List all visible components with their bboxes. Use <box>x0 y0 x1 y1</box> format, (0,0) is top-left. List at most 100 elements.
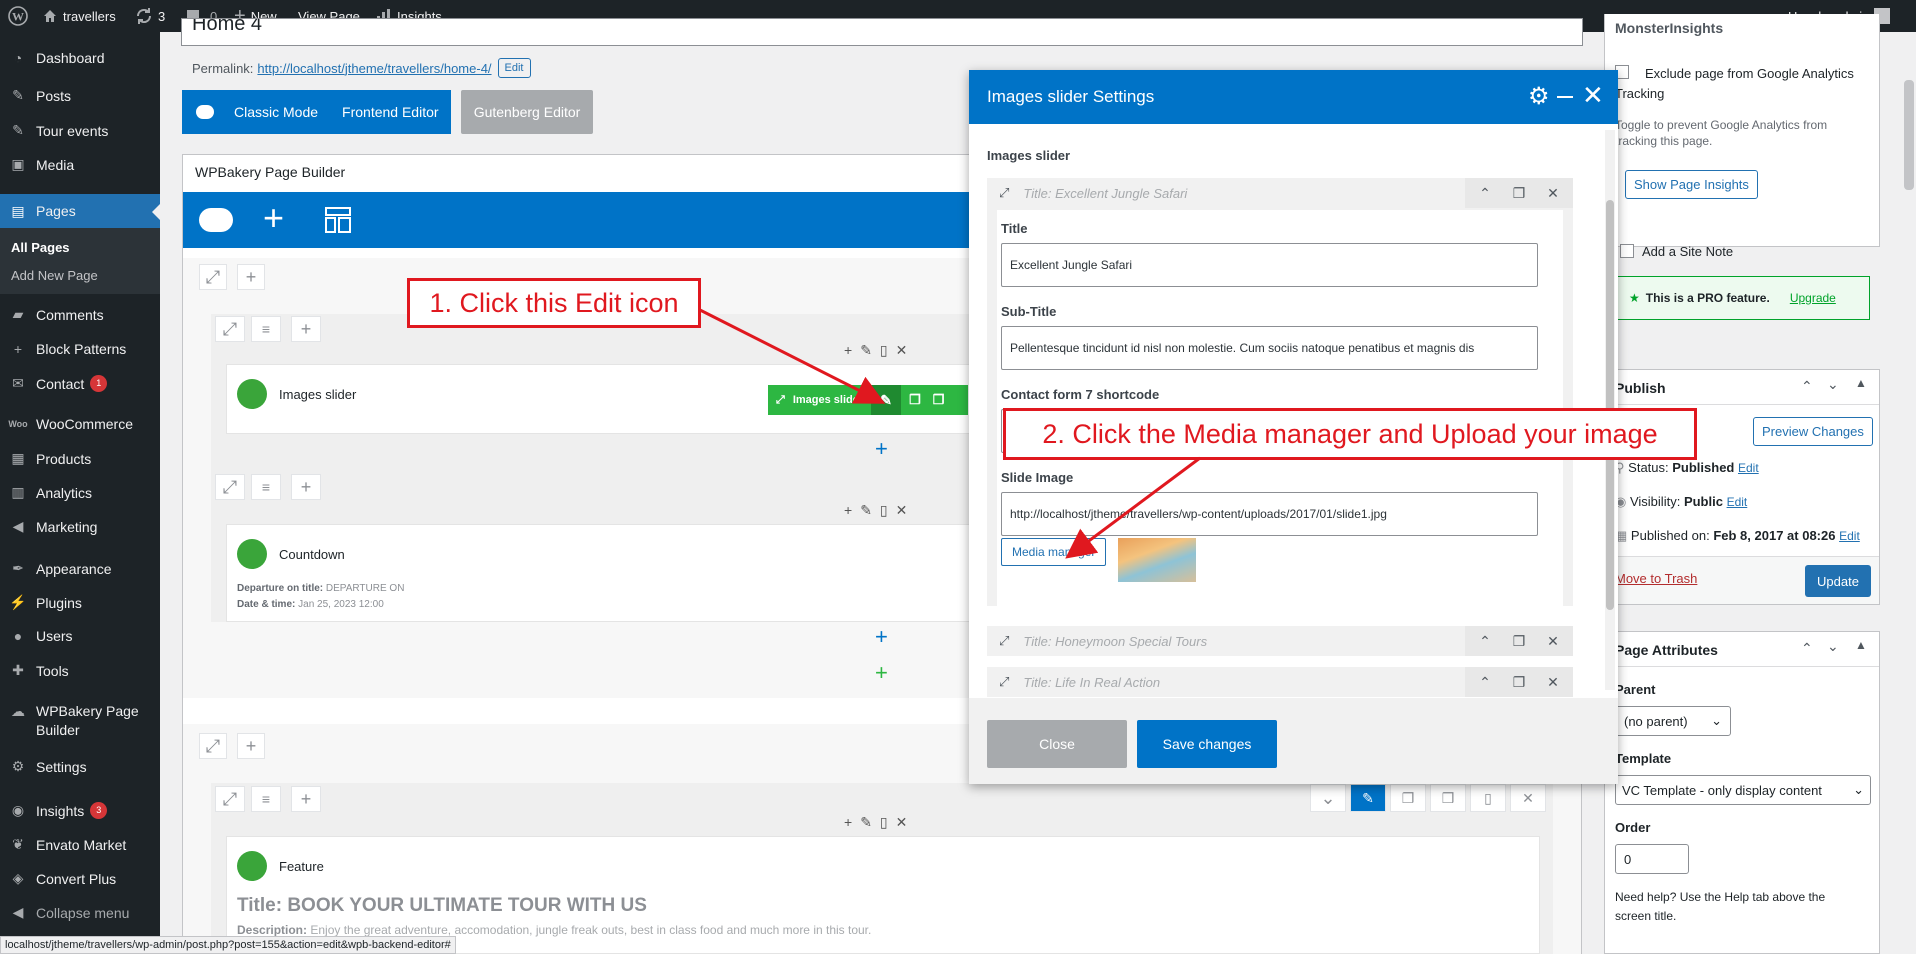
upgrade-link[interactable]: Upgrade <box>1790 291 1836 305</box>
add-element-icon[interactable]: + <box>263 198 284 238</box>
sidebar-item-wpbakery[interactable]: ☁ WPBakery Page Builder <box>0 702 160 740</box>
close-icon[interactable]: ✕ <box>1533 178 1573 208</box>
panel-2-header[interactable]: ⤢ Title: Honeymoon Special Tours ⌃ ❐ ✕ <box>987 626 1573 656</box>
add-icon[interactable]: + <box>844 814 852 831</box>
sidebar-item-tour-events[interactable]: ✎ Tour events <box>0 122 160 139</box>
toggle-panel-icon[interactable]: ▲ <box>1855 638 1867 652</box>
section-add-icon[interactable]: + <box>237 264 265 290</box>
row-add-icon[interactable]: + <box>291 474 321 500</box>
drag-icon[interactable]: ⤢ <box>999 674 1009 690</box>
trash-icon[interactable]: ▯ <box>880 502 888 519</box>
sidebar-item-convert-plus[interactable]: ◈ Convert Plus <box>0 870 160 887</box>
trash-icon[interactable]: ▯ <box>1470 784 1506 812</box>
row-drag-icon[interactable]: ≡ <box>251 316 281 342</box>
sidebar-item-users[interactable]: ● Users <box>0 628 160 644</box>
pencil-icon[interactable]: ✎ <box>860 814 872 831</box>
sidebar-item-settings[interactable]: ⚙ Settings <box>0 758 160 775</box>
sidebar-item-products[interactable]: ▦ Products <box>0 450 160 467</box>
row-add-icon[interactable]: + <box>291 316 321 342</box>
drag-icon[interactable]: ⤢ <box>999 633 1009 649</box>
sidebar-item-comments[interactable]: ▰ Comments <box>0 306 160 323</box>
parent-select[interactable]: (no parent) ⌄ <box>1615 706 1731 736</box>
row-add-icon[interactable]: + <box>291 786 321 812</box>
gear-icon[interactable]: ⚙ <box>1528 82 1550 111</box>
add-below-icon[interactable]: + <box>875 436 888 462</box>
sidebar-item-insights[interactable]: ◉ Insights 3 <box>0 802 160 819</box>
sidebar-item-dashboard[interactable]: ◔ Dashboard <box>0 50 160 66</box>
minimize-icon[interactable] <box>1557 96 1573 98</box>
collapse-menu-button[interactable]: ◀ Collapse menu <box>0 904 160 921</box>
panel-1-header[interactable]: ⤢ Title: Excellent Jungle Safari ⌃ ❐ ✕ <box>987 178 1573 208</box>
permalink-link[interactable]: http://localhost/jtheme/travellers/home-… <box>257 61 491 76</box>
sidebar-item-envato-market[interactable]: ❦ Envato Market <box>0 836 160 853</box>
clone-icon[interactable]: ❐ <box>1390 784 1426 812</box>
frontend-editor-button[interactable]: Frontend Editor <box>342 104 439 120</box>
close-button[interactable]: Close <box>987 720 1127 768</box>
post-title-input[interactable]: Home 4 <box>181 18 1583 46</box>
close-icon[interactable]: ✕ <box>1582 80 1604 111</box>
sidebar-item-woocommerce[interactable]: Woo WooCommerce <box>0 416 160 432</box>
template-select[interactable]: VC Template - only display content ⌄ <box>1615 775 1871 805</box>
add-icon[interactable]: + <box>844 502 852 519</box>
close-icon[interactable]: ✕ <box>896 814 908 831</box>
row-expand-icon[interactable]: ⤢ <box>215 786 245 812</box>
classic-mode-button[interactable]: Classic Mode <box>234 104 318 120</box>
add-below-icon[interactable]: + <box>875 624 888 650</box>
move-up-icon[interactable]: ⌃ <box>1801 640 1813 657</box>
published-edit-link[interactable]: Edit <box>1839 529 1860 543</box>
drag-icon[interactable]: ⤢ <box>999 185 1009 201</box>
permalink-edit-button[interactable]: Edit <box>497 58 531 78</box>
close-icon[interactable]: ✕ <box>1533 626 1573 656</box>
move-down-icon[interactable]: ⌄ <box>1827 638 1839 655</box>
chevron-down-icon[interactable]: ⌄ <box>1310 784 1346 812</box>
templates-icon[interactable] <box>325 207 351 233</box>
sidebar-item-posts[interactable]: ✎ Posts <box>0 87 160 104</box>
pencil-icon[interactable]: ✎ <box>860 342 872 359</box>
title-field[interactable]: Excellent Jungle Safari <box>1001 243 1538 287</box>
sidebar-item-pages[interactable]: ▤ Pages <box>0 194 160 228</box>
add-icon[interactable]: + <box>844 342 852 359</box>
panel-3-header[interactable]: ⤢ Title: Life In Real Action ⌃ ❐ ✕ <box>987 667 1573 697</box>
row-expand-icon[interactable]: ⤢ <box>215 474 245 500</box>
page-scrollbar[interactable] <box>1904 80 1914 190</box>
close-icon[interactable]: ✕ <box>1510 784 1546 812</box>
copy-icon[interactable]: ❒ <box>1430 784 1466 812</box>
save-changes-button[interactable]: Save changes <box>1137 720 1277 768</box>
section-expand-icon[interactable]: ⤢ <box>199 264 227 290</box>
sidebar-item-plugins[interactable]: ⚡ Plugins <box>0 594 160 611</box>
row-edit-icon[interactable]: ✎ <box>1350 784 1386 812</box>
site-note-checkbox[interactable] <box>1620 244 1634 258</box>
sidebar-item-block-patterns[interactable]: + Block Patterns <box>0 341 160 357</box>
media-manager-button[interactable]: Media manager <box>1001 538 1107 566</box>
wordpress-logo-icon[interactable]: W <box>8 0 28 32</box>
updates-link[interactable]: 3 <box>135 0 165 32</box>
pencil-icon[interactable]: ✎ <box>860 502 872 519</box>
clone-icon[interactable]: ❐ <box>909 392 921 408</box>
show-page-insights-button[interactable]: Show Page Insights <box>1625 170 1758 199</box>
sidebar-item-analytics[interactable]: ▥ Analytics <box>0 484 160 501</box>
status-edit-link[interactable]: Edit <box>1738 461 1759 475</box>
close-icon[interactable]: ✕ <box>1533 667 1573 697</box>
sidebar-item-media[interactable]: ▣ Media <box>0 156 160 173</box>
sidebar-item-all-pages[interactable]: All Pages <box>0 240 160 255</box>
row-drag-icon[interactable]: ≡ <box>251 474 281 500</box>
trash-icon[interactable]: ▯ <box>880 342 888 359</box>
copy-icon[interactable]: ❒ <box>933 392 945 408</box>
preview-changes-button[interactable]: Preview Changes <box>1753 417 1873 446</box>
trash-icon[interactable]: ▯ <box>880 814 888 831</box>
section-expand-icon[interactable]: ⤢ <box>199 733 227 759</box>
move-to-trash-link[interactable]: Move to Trash <box>1615 571 1697 586</box>
images-slider-element[interactable]: Images slider ⤢ Images slider ✎ ❐ ❒ <box>226 364 986 434</box>
sidebar-item-marketing[interactable]: ◀ Marketing <box>0 518 160 535</box>
move-down-icon[interactable]: ⌄ <box>1827 376 1839 393</box>
slide-thumbnail[interactable] <box>1118 538 1196 582</box>
scrollbar-thumb[interactable] <box>1606 200 1614 610</box>
slide-image-field[interactable]: http://localhost/jtheme/travellers/wp-co… <box>1001 492 1538 536</box>
move-icon[interactable]: ⤢ <box>776 394 785 407</box>
toggle-panel-icon[interactable]: ▲ <box>1855 376 1867 390</box>
row-drag-icon[interactable]: ≡ <box>251 786 281 812</box>
wpbakery-logo-icon[interactable] <box>199 208 233 232</box>
gutenberg-editor-button[interactable]: Gutenberg Editor <box>461 90 593 134</box>
subtitle-field[interactable]: Pellentesque tincidunt id nisl non moles… <box>1001 326 1538 370</box>
close-icon[interactable]: ✕ <box>896 342 908 359</box>
